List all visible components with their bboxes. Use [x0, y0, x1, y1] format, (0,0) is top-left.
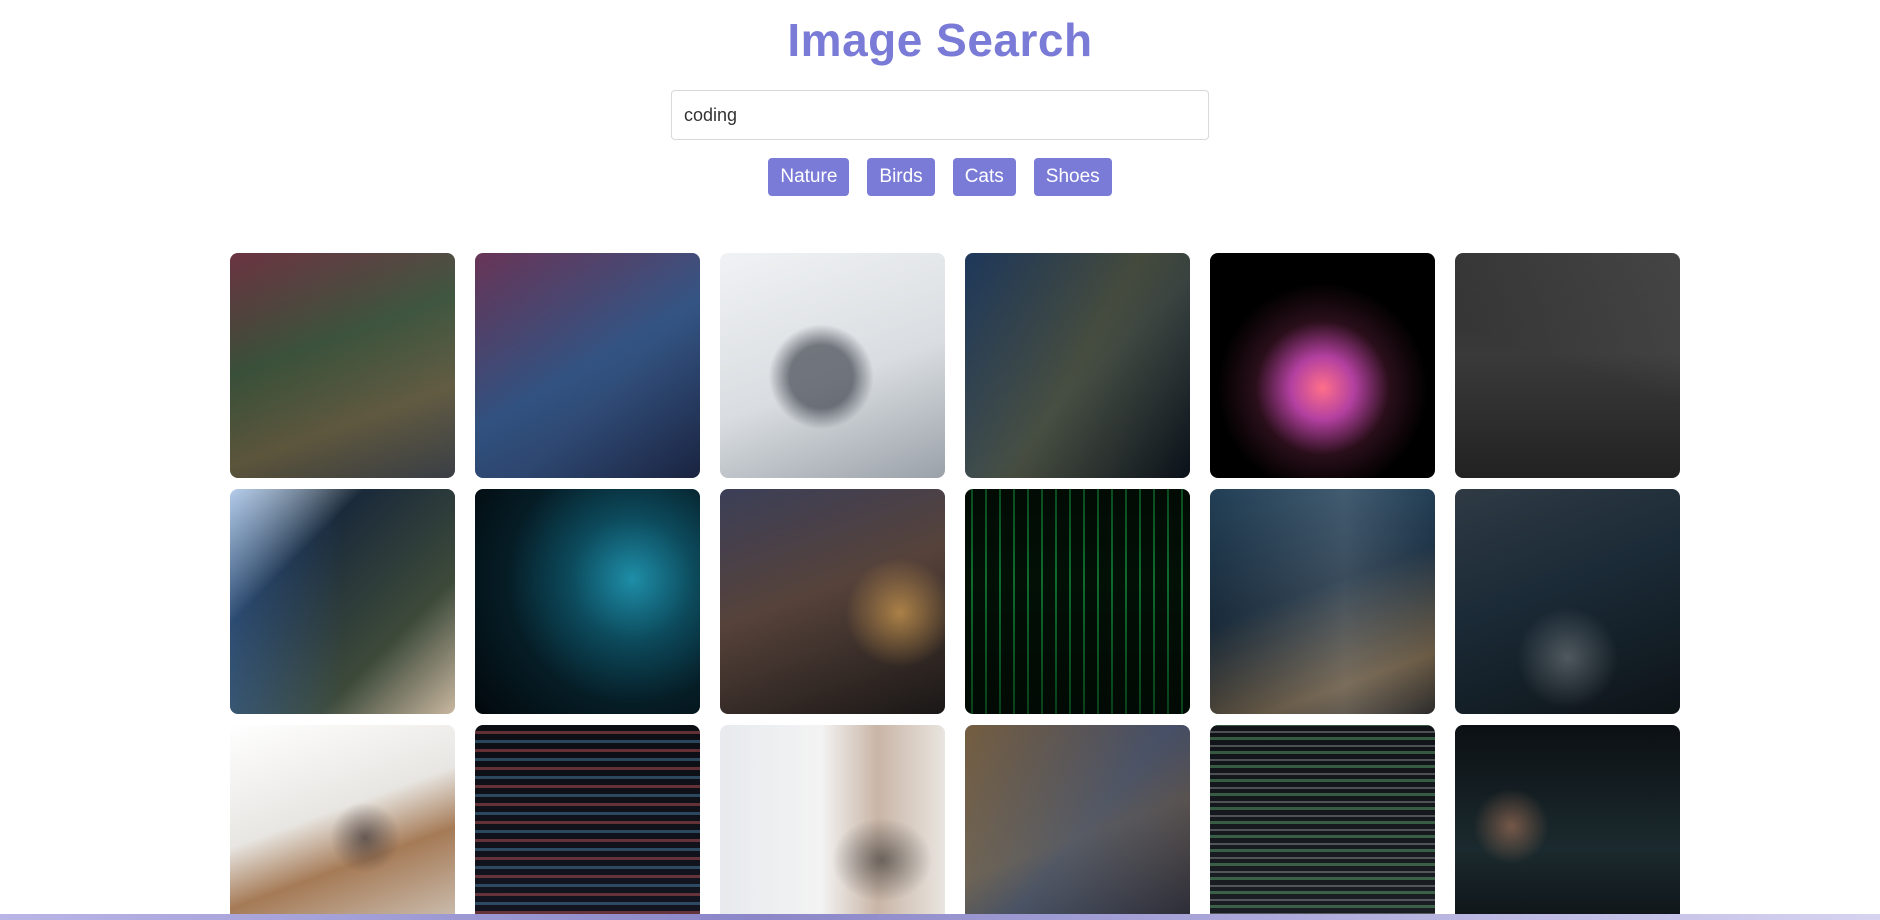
category-button-shoes[interactable]: Shoes: [1033, 158, 1112, 196]
category-buttons: Nature Birds Cats Shoes: [0, 158, 1880, 196]
image-result[interactable]: [1210, 489, 1435, 714]
image-overlay: [230, 253, 455, 478]
image-overlay: [720, 725, 945, 920]
image-result[interactable]: [1210, 253, 1435, 478]
image-result[interactable]: [720, 253, 945, 478]
image-overlay: [230, 725, 455, 920]
image-result[interactable]: [230, 253, 455, 478]
image-result[interactable]: [965, 489, 1190, 714]
image-result[interactable]: [1455, 253, 1680, 478]
image-overlay: [965, 253, 1190, 478]
image-result[interactable]: [475, 489, 700, 714]
image-result[interactable]: [230, 489, 455, 714]
image-results-grid: [230, 253, 1680, 920]
image-result[interactable]: [1455, 489, 1680, 714]
image-overlay: [965, 489, 1190, 714]
image-overlay: [720, 253, 945, 478]
category-button-nature[interactable]: Nature: [768, 158, 850, 196]
image-result[interactable]: [1455, 725, 1680, 920]
image-result[interactable]: [475, 253, 700, 478]
image-result[interactable]: [965, 725, 1190, 920]
image-result[interactable]: [475, 725, 700, 920]
image-result[interactable]: [720, 489, 945, 714]
image-overlay: [1455, 253, 1680, 478]
image-overlay: [1455, 725, 1680, 920]
category-button-cats[interactable]: Cats: [952, 158, 1016, 196]
image-overlay: [475, 253, 700, 478]
image-overlay: [1210, 725, 1435, 920]
image-overlay: [1455, 489, 1680, 714]
page: Image Search Nature Birds Cats Shoes: [0, 0, 1880, 920]
image-overlay: [475, 725, 700, 920]
search-bar: [0, 90, 1880, 140]
image-overlay: [1210, 489, 1435, 714]
image-overlay: [230, 489, 455, 714]
image-result[interactable]: [1210, 725, 1435, 920]
image-result[interactable]: [720, 725, 945, 920]
image-result[interactable]: [230, 725, 455, 920]
search-input[interactable]: [671, 90, 1209, 140]
category-button-birds[interactable]: Birds: [867, 158, 935, 196]
image-overlay: [720, 489, 945, 714]
image-overlay: [965, 725, 1190, 920]
image-result[interactable]: [965, 253, 1190, 478]
bottom-scroll-bar: [0, 914, 1880, 920]
page-title: Image Search: [787, 14, 1093, 66]
